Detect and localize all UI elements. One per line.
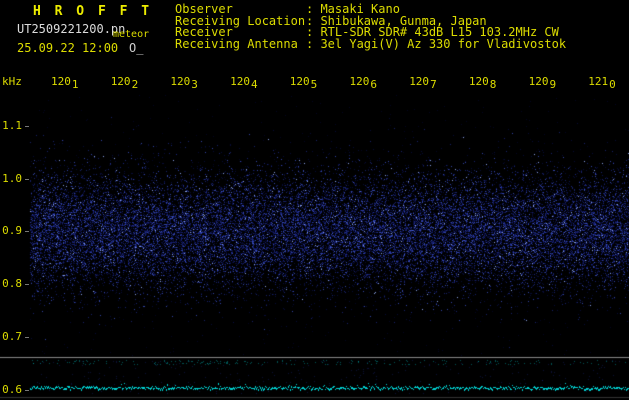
- y-axis-tick: [25, 336, 29, 338]
- hrofft-screen: H R O F F T UT2509221200.pn meteor 25.09…: [0, 0, 629, 400]
- y-axis-tick-label: 1.0: [2, 171, 22, 185]
- y-axis-tick-label: 0.8: [2, 277, 22, 291]
- x-axis-tick-label: 1207: [409, 75, 437, 91]
- x-axis-tick-label: 1202: [110, 75, 139, 91]
- x-axis-tick-label: 1209: [528, 75, 557, 91]
- x-axis-tick-label: 1208: [468, 75, 497, 91]
- x-axis-tick-label: 1205: [289, 75, 318, 91]
- x-axis-tick-label: 1201: [51, 75, 79, 91]
- y-axis-tick: [25, 284, 29, 286]
- y-axis-tick: [25, 178, 29, 180]
- y-axis-tick: [25, 126, 29, 127]
- x-axis-tick-label: 1210: [588, 75, 616, 91]
- x-axis-tick-label: 1203: [170, 75, 198, 91]
- y-axis-tick-label: 0.7: [2, 329, 22, 343]
- x-axis-tick-label: 1204: [230, 75, 258, 91]
- y-axis-tick: [25, 389, 29, 391]
- y-axis-tick-label: 0.9: [2, 224, 22, 238]
- y-axis-tick-label: 1.1: [2, 119, 22, 132]
- y-axis-tick: [25, 231, 29, 233]
- y-axis-tick-label: 0.6: [2, 382, 22, 396]
- x-axis-tick-label: 1206: [349, 75, 378, 91]
- chart-axes-layer: 1201 1202 1203 1204 1205 1206 1207 1208 1209 1210…: [0, 0, 629, 400]
